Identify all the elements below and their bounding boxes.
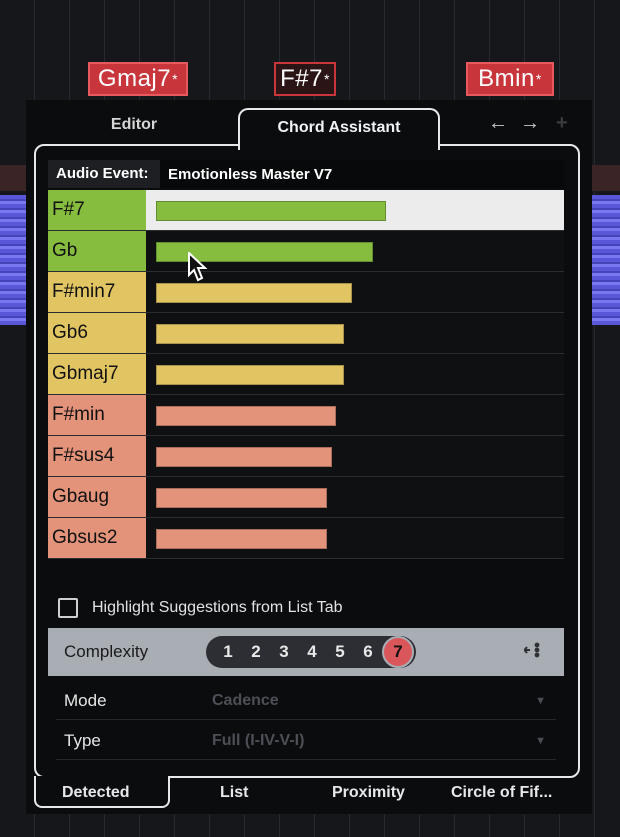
- suggestion-score-bar: [156, 447, 332, 467]
- suggestion-row[interactable]: F#min: [48, 395, 564, 436]
- complexity-level-1[interactable]: 1: [214, 642, 242, 662]
- suggestion-score-bar: [156, 324, 344, 344]
- suggestion-row[interactable]: Gb: [48, 231, 564, 272]
- tab-detected-joint: [36, 778, 168, 782]
- suggestion-row[interactable]: F#7: [48, 190, 564, 231]
- forward-arrow-icon[interactable]: →: [520, 112, 540, 135]
- back-arrow-icon[interactable]: ←: [488, 112, 508, 135]
- suggestion-score-bar: [156, 283, 352, 303]
- mouse-cursor-icon: [188, 252, 208, 282]
- type-setting[interactable]: Type Full (I-IV-V-I) ▼: [56, 722, 556, 760]
- suggestion-row[interactable]: Gbmaj7: [48, 354, 564, 395]
- suggestion-score-bar: [156, 406, 336, 426]
- suggestion-score-bar: [156, 201, 386, 221]
- highlight-label: Highlight Suggestions from List Tab: [92, 599, 343, 616]
- type-value[interactable]: Full (I-IV-V-I): [212, 732, 304, 750]
- tab-chord-assistant[interactable]: Chord Assistant: [238, 108, 440, 150]
- complexity-level-7[interactable]: 7: [382, 636, 414, 668]
- chord-event-suffix: *: [535, 71, 542, 87]
- chord-event-suffix: *: [323, 71, 330, 87]
- suggestion-chord-name: Gb: [48, 231, 146, 271]
- suggestion-chord-name: F#min7: [48, 272, 146, 312]
- audio-event-label: Audio Event:: [48, 160, 160, 188]
- highlight-checkbox[interactable]: [58, 598, 78, 618]
- add-icon[interactable]: +: [556, 112, 568, 135]
- tab-detected[interactable]: Detected: [62, 784, 130, 802]
- chord-event-gmaj7[interactable]: Gmaj7 *: [88, 62, 188, 96]
- chord-event-name: Bmin: [478, 65, 535, 92]
- suggestion-row[interactable]: F#sus4: [48, 436, 564, 477]
- suggestion-chord-name: Gbmaj7: [48, 354, 146, 394]
- suggestion-chord-name: Gbsus2: [48, 518, 146, 558]
- suggestion-row[interactable]: Gbaug: [48, 477, 564, 518]
- complexity-level-6[interactable]: 6: [354, 642, 382, 662]
- bottom-tabbar: Detected List Proximity Circle of Fif...: [26, 776, 592, 814]
- cubase-chord-assistant-screen: Gmaj7 * F#7 * Bmin * Editor Chord Assistant…: [0, 0, 620, 837]
- suggestion-row[interactable]: Gbsus2: [48, 518, 564, 559]
- suggestion-score-bar: [156, 488, 327, 508]
- chevron-down-icon[interactable]: ▼: [535, 735, 546, 747]
- complexity-levels: 1234567: [206, 636, 416, 668]
- tab-circle-of-fifths[interactable]: Circle of Fif...: [451, 784, 552, 802]
- chord-event-f-sharp-7[interactable]: F#7 *: [274, 62, 336, 96]
- audio-event-row: Audio Event: Emotionless Master V7: [48, 160, 564, 188]
- chord-event-bmin[interactable]: Bmin *: [466, 62, 554, 96]
- complexity-bar: Complexity 1234567: [48, 628, 564, 676]
- chord-event-name: Gmaj7: [97, 65, 172, 92]
- suggestion-score-bar: [156, 365, 344, 385]
- audio-event-value: Emotionless Master V7: [168, 165, 333, 183]
- mode-label: Mode: [64, 690, 107, 710]
- suggestion-row[interactable]: F#min7: [48, 272, 564, 313]
- complexity-level-3[interactable]: 3: [270, 642, 298, 662]
- tab-proximity[interactable]: Proximity: [332, 784, 405, 802]
- tab-list[interactable]: List: [220, 784, 248, 802]
- suggestion-score-bar: [156, 529, 327, 549]
- chord-event-name: F#7: [280, 65, 323, 92]
- type-label: Type: [64, 730, 101, 750]
- mode-value[interactable]: Cadence: [212, 692, 279, 710]
- complexity-level-4[interactable]: 4: [298, 642, 326, 662]
- complexity-label: Complexity: [64, 642, 149, 661]
- chevron-down-icon[interactable]: ▼: [535, 695, 546, 707]
- suggestion-chord-name: F#min: [48, 395, 146, 435]
- complexity-level-2[interactable]: 2: [242, 642, 270, 662]
- suggestion-row[interactable]: Gb6: [48, 313, 564, 354]
- mode-setting[interactable]: Mode Cadence ▼: [56, 682, 556, 720]
- chord-event-suffix: *: [172, 71, 179, 87]
- suggestion-chord-name: F#sus4: [48, 436, 146, 476]
- suggestion-chord-name: Gbaug: [48, 477, 146, 517]
- suggestion-chord-name: Gb6: [48, 313, 146, 353]
- options-icon[interactable]: [523, 641, 544, 664]
- suggestion-chord-name: F#7: [48, 190, 146, 230]
- tab-editor[interactable]: Editor: [84, 116, 184, 134]
- suggestion-list: F#7 Gb F#min7 Gb6 Gbmaj7 F#min F#sus4 Gbaug Gbsu…: [48, 190, 564, 559]
- complexity-level-5[interactable]: 5: [326, 642, 354, 662]
- panel-tabbar: Editor Chord Assistant ← → +: [26, 100, 592, 150]
- highlight-suggestions-option[interactable]: Highlight Suggestions from List Tab: [58, 598, 343, 618]
